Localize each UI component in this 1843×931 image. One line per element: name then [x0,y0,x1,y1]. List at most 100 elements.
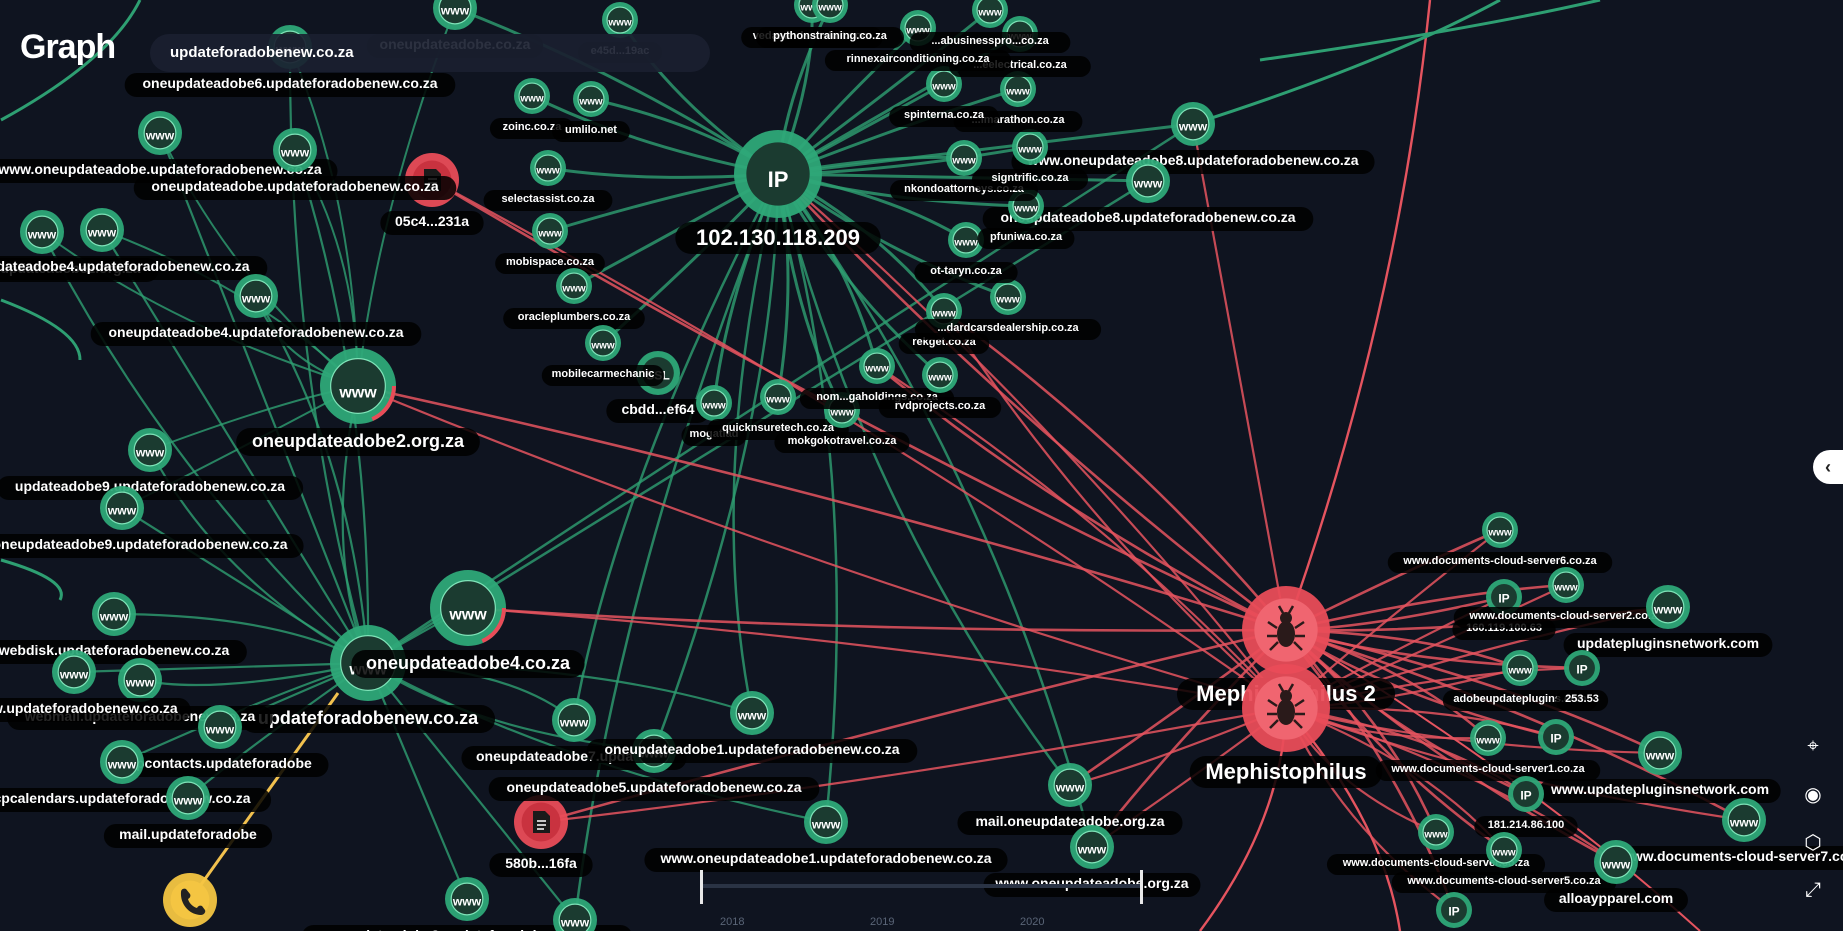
node-label-text: rinnexairconditioning.co.za [846,53,990,65]
node-label-text: updatepluginsnetwork.com [1577,635,1759,651]
node-label-text: oneupdateadobe8.updateforadobenew.co.za [1000,209,1295,225]
screenshot-button[interactable]: ◉ [1797,778,1829,810]
www-icon: www [817,2,842,13]
node-label-text: oneupdateadobe4.updateforadobenew.co.za [0,258,250,274]
www-icon: www [107,504,137,518]
node-label: 253.53 [1555,690,1609,711]
graph-edge [0,558,63,601]
node-label: oneupdateadobe5.updateforadobenew.co.za [488,777,820,801]
www-icon: www [578,96,603,107]
www-icon: www [448,606,487,623]
ip-icon: IP [1576,662,1587,676]
graph-node-domain[interactable]: www oneupdateadobe4.updateforadobenew.co.… [90,274,422,346]
node-label: Mephistophilus [1189,756,1383,788]
search-input[interactable]: updateforadobenew.co.za [170,44,354,61]
node-label: spinterna.co.za [889,106,999,127]
graph-edge [467,606,1287,632]
graph-node-ip[interactable]: IP [1538,719,1574,755]
node-label-text: mokgokotravel.co.za [788,435,898,447]
ip-icon: IP [1448,904,1459,918]
graph-node-ssl[interactable]: SSLcbdd...ef64 [606,351,710,423]
node-label: ...dardcarsdealership.co.za [914,319,1102,340]
www-icon: www [829,407,854,418]
graph-node-domain[interactable]: www oneupdateadobe2.org.za [236,348,480,456]
graph-node-ip[interactable]: IP 253.53 [1555,650,1609,711]
timeline-start-handle[interactable] [700,870,703,904]
node-label: 181.214.86.100 [1474,816,1578,837]
node-label: mokgokotravel.co.za [774,432,910,453]
timeline-end-handle[interactable] [1140,870,1143,904]
timeline[interactable]: 2018 2019 2020 [700,870,1150,930]
timeline-track[interactable] [700,884,1140,888]
node-label-text: mail.oneupdateadobe.org.za [975,813,1164,829]
www-icon: www [737,709,767,723]
node-label-text: umlilo.net [565,124,617,136]
node-label: oneupdateadobe4.updateforadobenew.co.za [0,256,268,280]
location-pin-icon: ⌖ [1807,734,1819,757]
www-icon: www [765,394,790,405]
document-icon [533,811,550,833]
graph-edge [943,309,1287,631]
node-label-text: www.updateforadobenew.co.za [0,700,178,716]
node-label-text: ot-taryn.co.za [930,265,1002,277]
node-label: rinnexairconditioning.co.za [824,50,1012,71]
graph-node-domain[interactable]: www oneupdateadobe4.co.za [351,570,585,678]
node-label: mobilecarmechanic [541,365,665,386]
node-label: www.documents-cloud-server6.co.za [1387,552,1613,573]
node-label: ot-taryn.co.za [914,262,1018,283]
node-label: oneupdateadobe4.updateforadobenew.co.za [90,322,422,346]
node-label: oneupdateadobe1.updateforadobenew.co.za [586,739,918,763]
graph-node-domain[interactable]: www www.oneupdateadobe1.updateforadobenew… [644,800,1008,872]
fullscreen-button[interactable]: ⤢ [1797,874,1829,906]
www-icon: www [1553,582,1578,593]
node-label-text: cpcontacts.updateforadobe [128,755,312,771]
node-label: www.oneupdateadobe1.updateforadobenew.co… [644,848,1008,872]
node-label: umlilo.net [552,121,630,142]
www-icon: www [701,400,726,411]
graph-node-phone[interactable] [163,873,217,927]
node-label: alloaypparel.com [1544,888,1688,912]
www-icon: www [931,81,956,92]
node-label: www.oneupdateadobe9.updateforadobenew.co… [0,534,304,558]
www-icon: www [995,294,1020,305]
3d-view-button[interactable]: ⬡ [1797,826,1829,858]
node-label: mail.updateforadobe [103,824,273,848]
node-label: oneupdateadobe4.co.za [351,650,585,678]
node-label-text: oneupdateadobe5.updateforadobenew.co.za [506,779,801,795]
node-label-text: rvdprojects.co.za [895,400,986,412]
graph-node-domain[interactable]: www webdisk.updateforadobenew.co.za [0,592,247,664]
www-icon: www [1475,735,1500,746]
node-label-text: www.oneupdateadobe9.updateforadobenew.co… [0,536,288,552]
www-icon: www [561,283,586,294]
graph-edge [101,229,359,387]
node-label-text: alloaypparel.com [1559,890,1673,906]
node-label: selectassist.co.za [483,190,613,211]
node-label-text: mobilecarmechanic [552,368,655,380]
www-icon: www [519,93,544,104]
graph-node-domain[interactable]: www www.documents-cloud-server6.co.za [1387,512,1613,573]
node-label: cpcontacts.updateforadobe [111,753,329,777]
graph-node-domain[interactable]: www mail.oneupdateadobe.org.za [957,763,1183,835]
graph-canvas[interactable]: IP102.130.118.209Mephistophilus 2Mephist… [0,0,1843,931]
location-button[interactable]: ⌖ [1797,730,1829,762]
graph-node-domain[interactable]: www oracleplumbers.co.za [503,268,645,329]
graph-node-file[interactable]: 580b...16fa [489,795,593,877]
graph-node-domain[interactable]: www oneupdateadobe1.updateforadobenew.co.… [586,691,918,763]
node-label: signtrific.co.za [971,169,1089,190]
www-icon: www [1653,603,1683,617]
www-icon: www [135,446,165,460]
graph-edge [121,507,369,664]
graph-node-domain[interactable]: www pythonstraining.co.za [756,0,904,48]
www-icon: www [145,129,175,143]
node-label: pfuniwa.co.za [977,228,1075,249]
node-label: 102.130.118.209 [675,222,881,254]
page-title: Graph [20,28,116,66]
graph-node-domain[interactable]: www selectassist.co.za [483,150,613,211]
cube-icon: ⬡ [1804,831,1822,854]
panel-toggle-button[interactable]: ‹ [1813,450,1843,484]
graph-node-ip[interactable]: IP [1436,892,1472,928]
www-icon: www [59,668,89,682]
www-icon: www [864,363,889,374]
node-label-text: www.documents-cloud-server1.co.za [1390,763,1585,775]
timeline-year: 2020 [1020,916,1045,928]
